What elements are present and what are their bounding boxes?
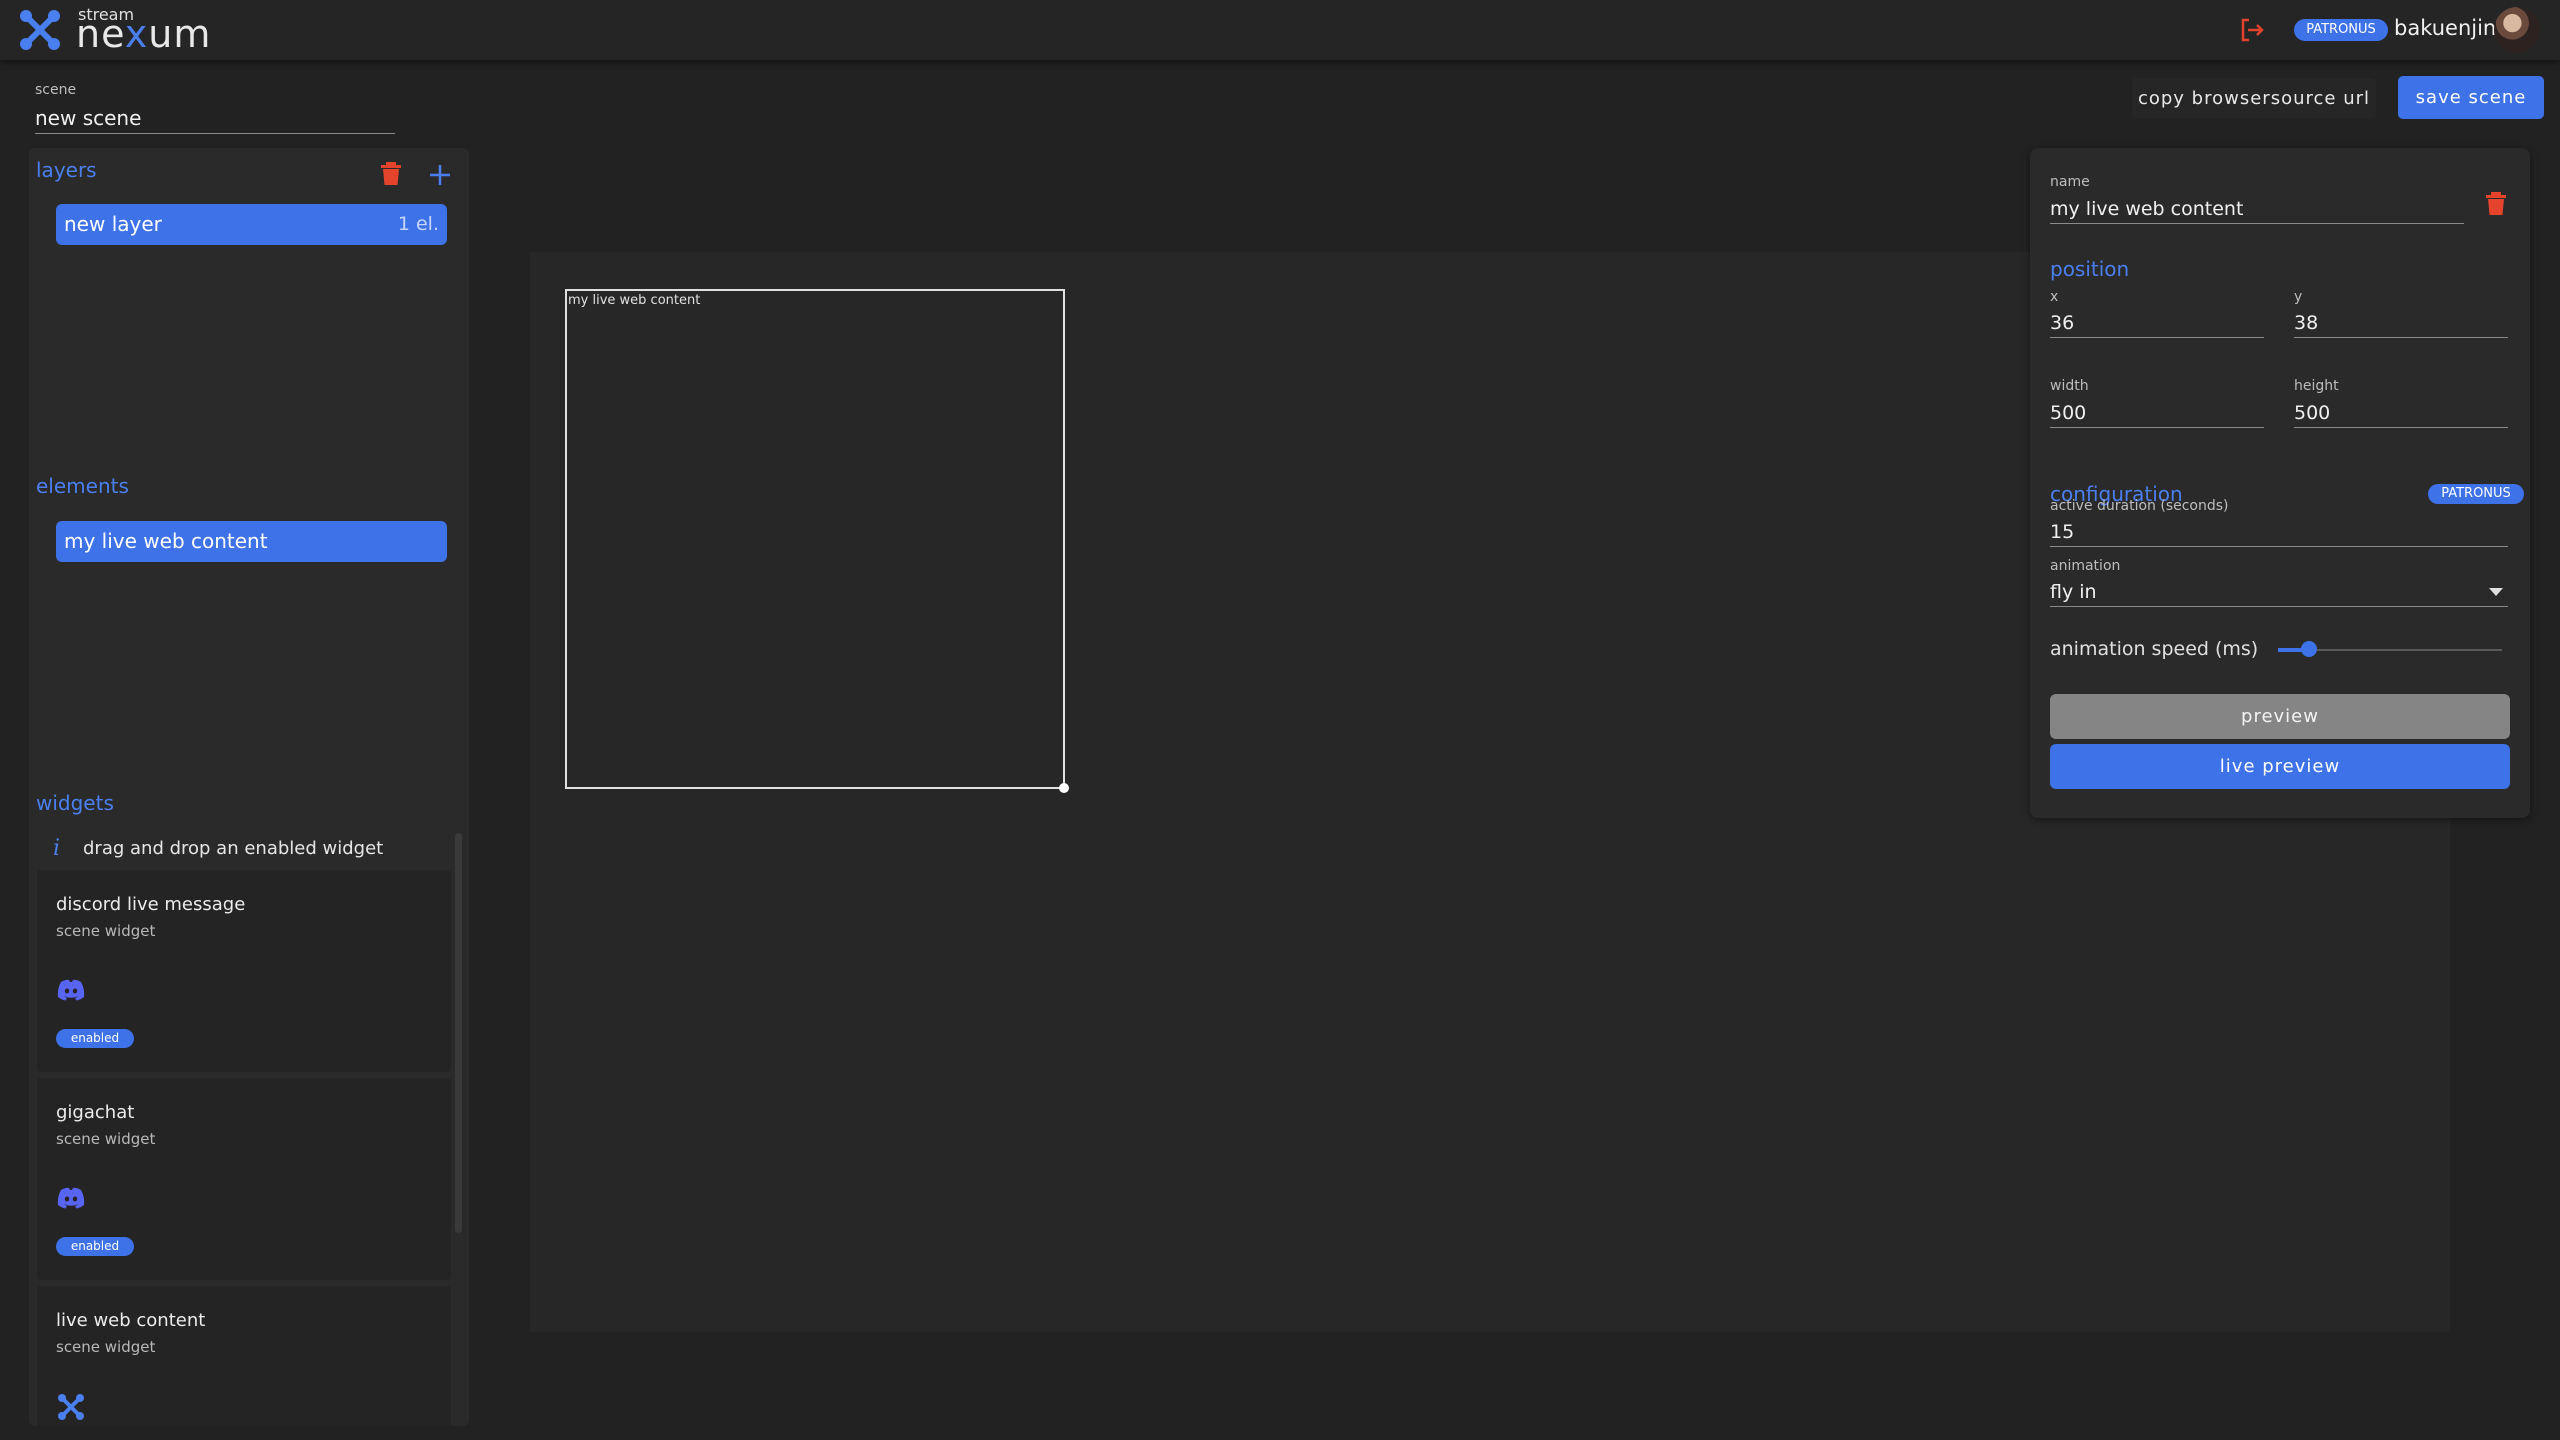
nexum-logo-icon[interactable] (18, 8, 62, 52)
widget-subtitle: scene widget (56, 1338, 156, 1356)
widget-card-live-web-content[interactable]: live web content scene widget (37, 1286, 451, 1426)
top-bar: stream nexum PATRONUS bakuenjin (0, 0, 2560, 60)
resize-handle[interactable] (1059, 783, 1069, 793)
logo-part: x (124, 12, 149, 56)
position-title: position (2050, 257, 2130, 281)
delete-element-icon[interactable] (2482, 190, 2510, 218)
animation-value: fly in (2050, 581, 2097, 603)
widgets-info: i drag and drop an enabled widget (41, 832, 461, 866)
animation-select[interactable]: fly in (2050, 577, 2508, 607)
patronus-badge: PATRONUS (2294, 19, 2388, 41)
nexum-icon (58, 1394, 84, 1420)
add-layer-icon[interactable] (426, 161, 454, 189)
canvas-element[interactable]: my live web content (565, 289, 1069, 793)
animation-label: animation (2050, 558, 2121, 574)
layer-item[interactable]: new layer 1 el. (56, 204, 447, 245)
info-icon: i (53, 836, 61, 861)
logo-text: nexum (76, 12, 211, 56)
widget-title: live web content (56, 1310, 206, 1331)
widgets-info-text: drag and drop an enabled widget (83, 838, 384, 859)
logo-part: um (148, 12, 212, 56)
patronus-badge: PATRONUS (2428, 484, 2524, 504)
canvas-element-label: my live web content (568, 293, 701, 308)
scene-name-input[interactable] (35, 102, 395, 134)
logout-icon[interactable] (2238, 16, 2266, 44)
element-name-input[interactable] (2050, 194, 2464, 224)
element-item[interactable]: my live web content (56, 521, 447, 562)
discord-icon (57, 979, 85, 1001)
name-label: name (2050, 174, 2090, 190)
username[interactable]: bakuenjin (2394, 16, 2496, 40)
enabled-badge: enabled (56, 1237, 134, 1256)
copy-browsersource-url-button[interactable]: copy browsersource url (2132, 78, 2376, 118)
x-label: x (2050, 289, 2059, 305)
widget-subtitle: scene widget (56, 1130, 156, 1148)
widget-card-discord-live-message[interactable]: discord live message scene widget enable… (37, 870, 451, 1072)
elements-title: elements (36, 474, 129, 498)
preview-button[interactable]: preview (2050, 694, 2510, 739)
height-input[interactable] (2294, 398, 2508, 428)
widget-title: discord live message (56, 894, 246, 915)
save-scene-button[interactable]: save scene (2398, 76, 2544, 119)
y-label: y (2294, 289, 2303, 305)
duration-input[interactable] (2050, 517, 2508, 547)
delete-layer-icon[interactable] (377, 160, 405, 188)
widgets-scrollbar[interactable] (455, 833, 462, 1233)
width-label: width (2050, 378, 2089, 394)
x-input[interactable] (2050, 308, 2264, 338)
left-panel: layers new layer 1 el. elements my live … (29, 148, 469, 1426)
speed-slider-thumb[interactable] (2301, 641, 2317, 657)
layer-item-label: new layer (64, 212, 162, 236)
widgets-title: widgets (36, 791, 114, 815)
widget-subtitle: scene widget (56, 922, 156, 940)
y-input[interactable] (2294, 308, 2508, 338)
duration-label: active duration (seconds) (2050, 498, 2229, 514)
logo-part: ne (76, 12, 125, 56)
layer-element-count: 1 el. (397, 213, 439, 235)
width-input[interactable] (2050, 398, 2264, 428)
element-item-label: my live web content (64, 529, 268, 553)
scene-label: scene (35, 82, 77, 98)
live-preview-button[interactable]: live preview (2050, 744, 2510, 789)
chevron-down-icon[interactable] (2489, 588, 2503, 596)
discord-icon (57, 1187, 85, 1209)
height-label: height (2294, 378, 2339, 394)
widget-card-gigachat[interactable]: gigachat scene widget enabled (37, 1078, 451, 1280)
avatar[interactable] (2494, 7, 2540, 53)
layers-title: layers (36, 158, 97, 182)
enabled-badge: enabled (56, 1029, 134, 1048)
properties-panel: name position x y width height configura… (2030, 148, 2530, 818)
widget-title: gigachat (56, 1102, 135, 1123)
speed-label: animation speed (ms) (2050, 638, 2259, 660)
